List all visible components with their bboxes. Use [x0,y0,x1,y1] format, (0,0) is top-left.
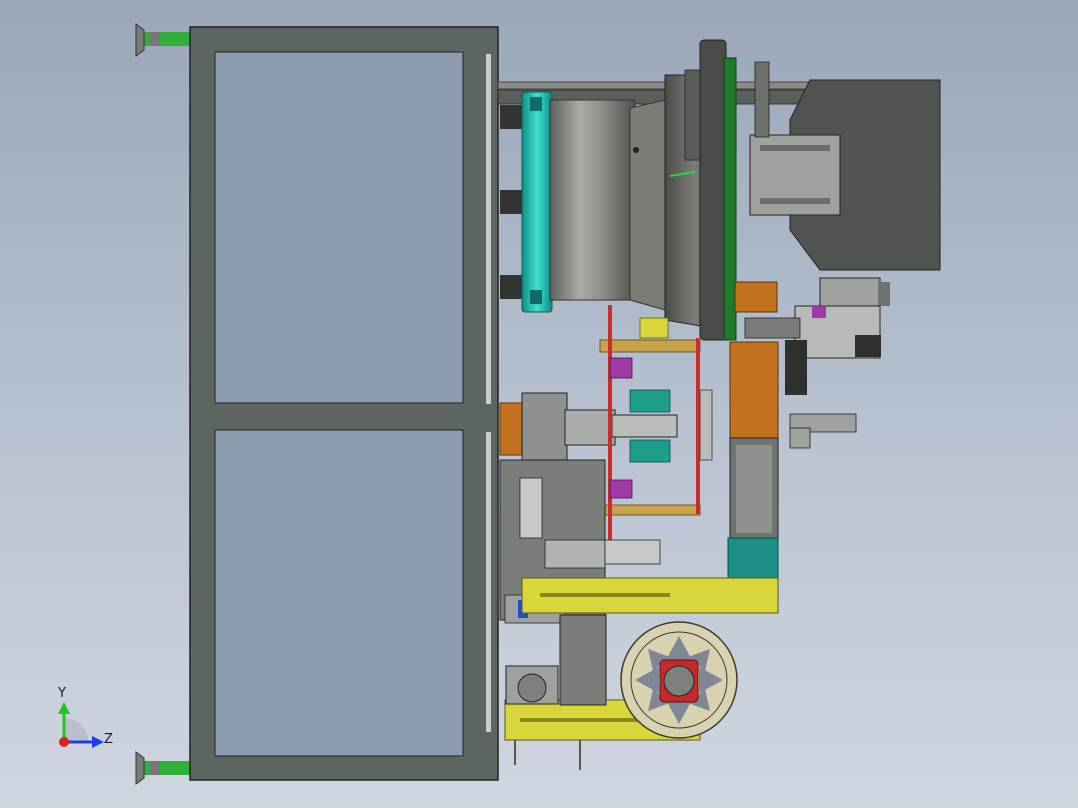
cad-viewport[interactable]: Y Z [0,0,1078,808]
machine-assembly-drawing [58,23,941,785]
leveling-foot-bottom [135,751,190,785]
leveling-foot-top [135,23,190,57]
yellow-plate-upper [521,577,779,614]
reel-wheel [620,621,738,739]
main-frame [189,26,499,781]
triad-y-label: Y [58,686,66,701]
triad-z-label: Z [104,732,113,747]
coordinate-triad [58,702,104,748]
support-column [505,614,607,706]
